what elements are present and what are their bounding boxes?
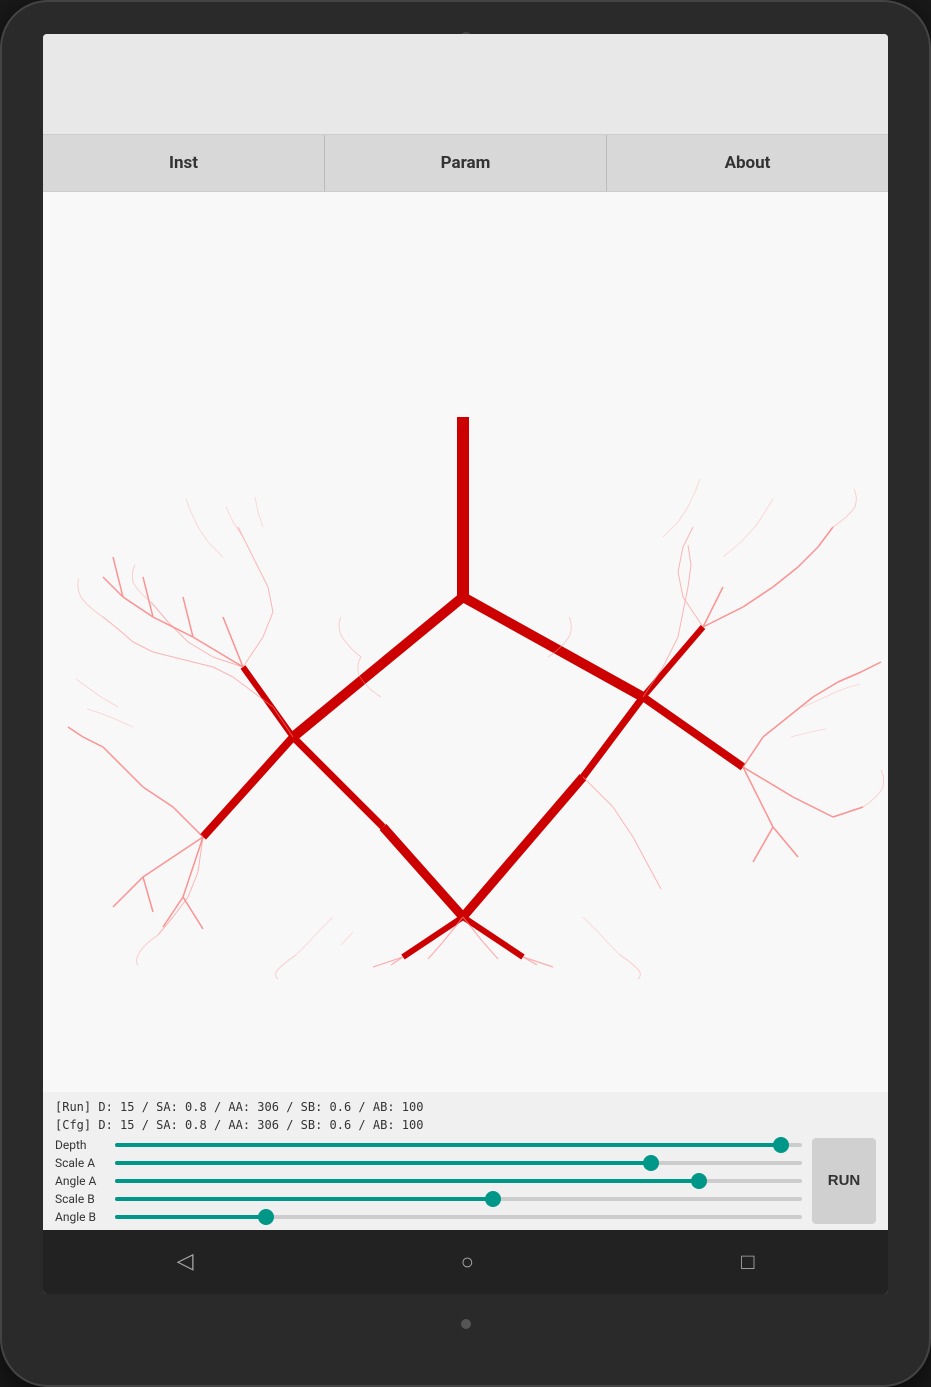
scale-a-track[interactable] bbox=[115, 1161, 802, 1165]
scale-b-track[interactable] bbox=[115, 1197, 802, 1201]
tab-about[interactable]: About bbox=[607, 135, 888, 191]
home-button[interactable]: ○ bbox=[461, 1249, 474, 1275]
angle-a-track[interactable] bbox=[115, 1179, 802, 1183]
scale-a-fill bbox=[115, 1161, 651, 1165]
depth-slider-row: Depth bbox=[55, 1138, 802, 1152]
sliders-row: Depth Scale A bbox=[55, 1138, 876, 1224]
depth-label: Depth bbox=[55, 1138, 107, 1152]
angle-b-slider-row: Angle B bbox=[55, 1210, 802, 1224]
tab-inst[interactable]: Inst bbox=[43, 135, 325, 191]
fractal-canvas[interactable] bbox=[43, 192, 888, 1092]
angle-b-track[interactable] bbox=[115, 1215, 802, 1219]
tablet-device: Inst Param About bbox=[0, 0, 931, 1387]
scale-a-label: Scale A bbox=[55, 1156, 107, 1170]
angle-a-thumb[interactable] bbox=[691, 1173, 707, 1189]
depth-fill bbox=[115, 1143, 781, 1147]
depth-track[interactable] bbox=[115, 1143, 802, 1147]
tablet-screen: Inst Param About bbox=[43, 34, 888, 1294]
scale-b-label: Scale B bbox=[55, 1192, 107, 1206]
angle-b-label: Angle B bbox=[55, 1210, 107, 1224]
nav-tabs: Inst Param About bbox=[43, 134, 888, 192]
scale-a-thumb[interactable] bbox=[643, 1155, 659, 1171]
cfg-status: [Cfg] D: 15 / SA: 0.8 / AA: 306 / SB: 0.… bbox=[55, 1116, 876, 1134]
recent-button[interactable]: □ bbox=[741, 1249, 754, 1275]
angle-b-thumb[interactable] bbox=[258, 1209, 274, 1225]
status-bar-area bbox=[43, 34, 888, 134]
scale-a-slider-row: Scale A bbox=[55, 1156, 802, 1170]
android-nav-bar: ◁ ○ □ bbox=[43, 1230, 888, 1294]
scale-b-fill bbox=[115, 1197, 493, 1201]
angle-a-label: Angle A bbox=[55, 1174, 107, 1188]
angle-b-fill bbox=[115, 1215, 266, 1219]
fractal-svg bbox=[43, 192, 888, 1092]
home-dot-indicator bbox=[461, 1319, 471, 1329]
scale-b-slider-row: Scale B bbox=[55, 1192, 802, 1206]
angle-a-fill bbox=[115, 1179, 699, 1183]
angle-a-slider-row: Angle A bbox=[55, 1174, 802, 1188]
run-button[interactable]: RUN bbox=[812, 1138, 876, 1224]
tab-param[interactable]: Param bbox=[325, 135, 607, 191]
controls-area: [Run] D: 15 / SA: 0.8 / AA: 306 / SB: 0.… bbox=[43, 1092, 888, 1230]
depth-thumb[interactable] bbox=[773, 1137, 789, 1153]
scale-b-thumb[interactable] bbox=[485, 1191, 501, 1207]
back-button[interactable]: ◁ bbox=[177, 1249, 194, 1274]
run-status: [Run] D: 15 / SA: 0.8 / AA: 306 / SB: 0.… bbox=[55, 1098, 876, 1116]
sliders-container: Depth Scale A bbox=[55, 1138, 812, 1224]
tablet-bottom bbox=[461, 1294, 471, 1354]
